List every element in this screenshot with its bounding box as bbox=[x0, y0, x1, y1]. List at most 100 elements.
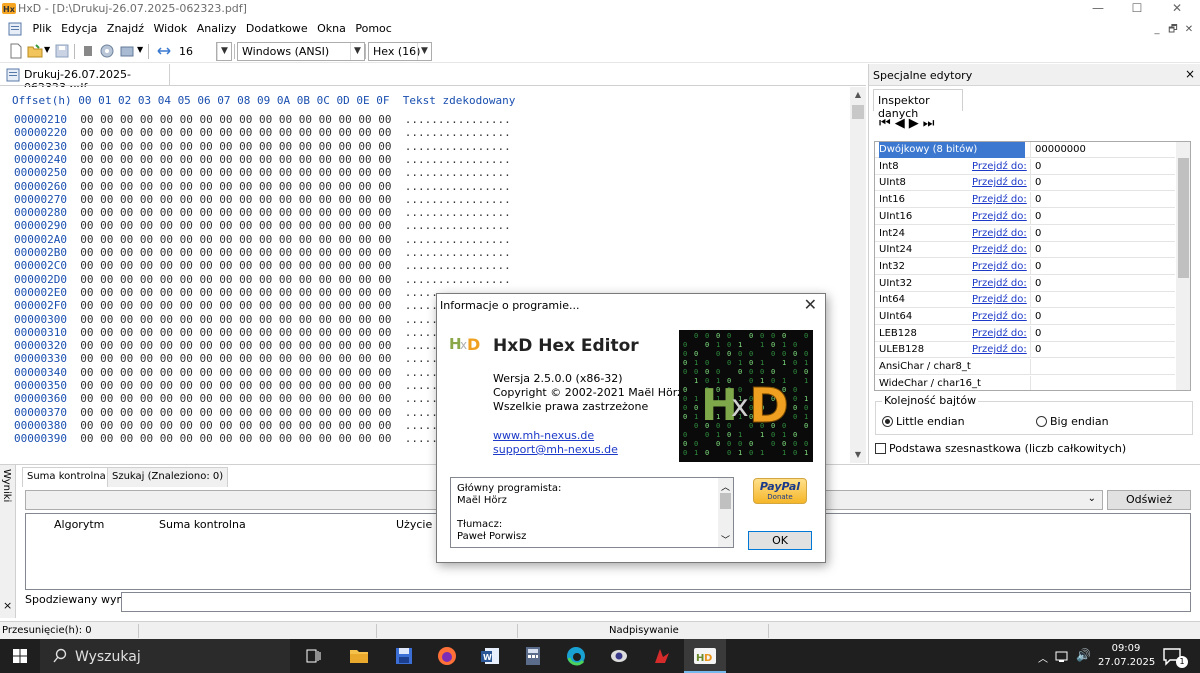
inspector-row[interactable]: LEB128 Przejdź do: 0 bbox=[875, 325, 1175, 342]
hex-bytes[interactable]: 00 00 00 00 00 00 00 00 00 00 00 00 00 0… bbox=[80, 352, 391, 365]
hex-bytes[interactable]: 00 00 00 00 00 00 00 00 00 00 00 00 00 0… bbox=[80, 286, 391, 299]
close-window-button[interactable]: ✕ bbox=[1154, 0, 1200, 18]
hex-bytes[interactable]: 00 00 00 00 00 00 00 00 00 00 00 00 00 0… bbox=[80, 379, 391, 392]
inspector-value[interactable]: 0 bbox=[1030, 208, 1041, 225]
inspector-value[interactable]: 0 bbox=[1030, 242, 1041, 259]
little-endian-radio[interactable]: Little endian bbox=[882, 415, 965, 428]
inspector-row[interactable]: WideChar / char16_t bbox=[875, 375, 1175, 390]
chevron-down-icon[interactable]: ▼ bbox=[350, 43, 364, 60]
inspector-value[interactable]: 0 bbox=[1030, 225, 1041, 242]
chevron-down-icon[interactable]: ﹀ bbox=[721, 533, 730, 546]
scrollbar-thumb[interactable] bbox=[1178, 158, 1189, 278]
new-file-icon[interactable] bbox=[8, 43, 24, 59]
hex-decoded-text[interactable]: ................ bbox=[405, 233, 511, 246]
close-results-icon[interactable]: × bbox=[3, 599, 12, 612]
hex-decoded-text[interactable]: ................ bbox=[405, 153, 511, 166]
hex-row[interactable]: 000002A0 00 00 00 00 00 00 00 00 00 00 0… bbox=[14, 233, 511, 246]
volume-icon[interactable]: 🔊 bbox=[1076, 648, 1091, 662]
ok-button[interactable]: OK bbox=[748, 531, 812, 550]
refresh-button[interactable]: Odśwież bbox=[1107, 490, 1191, 510]
scroll-down-icon[interactable]: ▼ bbox=[850, 447, 866, 463]
hex-bytes[interactable]: 00 00 00 00 00 00 00 00 00 00 00 00 00 0… bbox=[80, 233, 391, 246]
charset-combo[interactable]: Windows (ANSI) ▼ bbox=[237, 42, 365, 61]
hex-decoded-text[interactable]: ................ bbox=[405, 193, 511, 206]
hex-row[interactable]: 000002C0 00 00 00 00 00 00 00 00 00 00 0… bbox=[14, 259, 511, 272]
goto-link[interactable]: Przejdź do: bbox=[972, 326, 1027, 342]
menu-widok[interactable]: Widok bbox=[150, 18, 190, 40]
hxd-taskbar-button[interactable]: HD bbox=[684, 639, 726, 673]
hex-row[interactable]: 00000230 00 00 00 00 00 00 00 00 00 00 0… bbox=[14, 140, 511, 153]
hex-row[interactable]: 00000260 00 00 00 00 00 00 00 00 00 00 0… bbox=[14, 180, 511, 193]
support-email-link[interactable]: support@mh-nexus.de bbox=[493, 443, 618, 457]
menu-pomoc[interactable]: Pomoc bbox=[352, 18, 394, 40]
network-icon[interactable] bbox=[1055, 649, 1071, 663]
open-folder-icon[interactable] bbox=[27, 43, 43, 59]
open-dropdown-icon[interactable]: ▼ bbox=[44, 45, 50, 54]
hex-decoded-text[interactable]: ................ bbox=[405, 166, 511, 179]
hex-bytes[interactable]: 00 00 00 00 00 00 00 00 00 00 00 00 00 0… bbox=[80, 206, 391, 219]
dialog-close-button[interactable]: ✕ bbox=[804, 295, 817, 314]
prev-icon[interactable]: ◀ bbox=[895, 116, 909, 131]
hex-row[interactable]: 00000280 00 00 00 00 00 00 00 00 00 00 0… bbox=[14, 206, 511, 219]
goto-link[interactable]: Przejdź do: bbox=[972, 242, 1027, 258]
column-algorithm[interactable]: Algorytm bbox=[54, 518, 104, 531]
credits-box[interactable]: Główny programista: Maël Hörz Tłumacz: P… bbox=[450, 477, 734, 548]
goto-link[interactable]: Przejdź do: bbox=[972, 342, 1027, 358]
scrollbar-thumb[interactable] bbox=[852, 105, 864, 119]
hex-bytes[interactable]: 00 00 00 00 00 00 00 00 00 00 00 00 00 0… bbox=[80, 406, 391, 419]
bytes-per-row-combo[interactable]: ▼ bbox=[216, 42, 232, 61]
inspector-row[interactable]: Int32 Przejdź do: 0 bbox=[875, 258, 1175, 275]
disk-icon[interactable] bbox=[99, 43, 115, 59]
inspector-row[interactable]: Int64 Przejdź do: 0 bbox=[875, 292, 1175, 309]
goto-link[interactable]: Przejdź do: bbox=[972, 292, 1027, 308]
close-panel-icon[interactable]: × bbox=[1185, 67, 1195, 81]
menu-analizy[interactable]: Analizy bbox=[194, 18, 240, 40]
inspector-row[interactable]: Int16 Przejdź do: 0 bbox=[875, 192, 1175, 209]
menu-plik[interactable]: Plik bbox=[30, 18, 55, 40]
expected-result-input[interactable] bbox=[121, 592, 1191, 612]
hex-bytes[interactable]: 00 00 00 00 00 00 00 00 00 00 00 00 00 0… bbox=[80, 366, 391, 379]
inspector-row[interactable]: UInt24 Przejdź do: 0 bbox=[875, 242, 1175, 259]
eye-app-icon[interactable] bbox=[607, 644, 631, 668]
task-view-icon[interactable] bbox=[301, 644, 325, 668]
edge-icon[interactable] bbox=[564, 644, 588, 668]
inspector-value[interactable]: 0 bbox=[1030, 158, 1041, 175]
bytes-per-row-value[interactable]: 16 bbox=[179, 45, 193, 58]
hex-bytes[interactable]: 00 00 00 00 00 00 00 00 00 00 00 00 00 0… bbox=[80, 140, 391, 153]
tab-search-results[interactable]: Szukaj (Znaleziono: 0) bbox=[107, 467, 229, 487]
hex-bytes[interactable]: 00 00 00 00 00 00 00 00 00 00 00 00 00 0… bbox=[80, 273, 391, 286]
hex-decoded-text[interactable]: ................ bbox=[405, 113, 511, 126]
hex-bytes[interactable]: 00 00 00 00 00 00 00 00 00 00 00 00 00 0… bbox=[80, 392, 391, 405]
hex-bytes[interactable]: 00 00 00 00 00 00 00 00 00 00 00 00 00 0… bbox=[80, 219, 391, 232]
menu-okna[interactable]: Okna bbox=[314, 18, 349, 40]
hex-bytes[interactable]: 00 00 00 00 00 00 00 00 00 00 00 00 00 0… bbox=[80, 126, 391, 139]
inspector-row[interactable]: UInt8 Przejdź do: 0 bbox=[875, 175, 1175, 192]
hex-decoded-text[interactable]: ................ bbox=[405, 126, 511, 139]
goto-link[interactable]: Przejdź do: bbox=[972, 226, 1027, 242]
inspector-row[interactable]: Int24 Przejdź do: 0 bbox=[875, 225, 1175, 242]
ram-dropdown-icon[interactable]: ▼ bbox=[137, 45, 143, 54]
chevron-down-icon[interactable]: ▼ bbox=[217, 43, 231, 60]
menu-edycja[interactable]: Edycja bbox=[58, 18, 100, 40]
hex-bytes[interactable]: 00 00 00 00 00 00 00 00 00 00 00 00 00 0… bbox=[80, 326, 391, 339]
hex-bytes[interactable]: 00 00 00 00 00 00 00 00 00 00 00 00 00 0… bbox=[80, 339, 391, 352]
taskbar-clock[interactable]: 09:09 27.07.2025 bbox=[1098, 642, 1155, 670]
hex-row[interactable]: 000002B0 00 00 00 00 00 00 00 00 00 00 0… bbox=[14, 246, 511, 259]
hex-decoded-text[interactable]: ................ bbox=[405, 180, 511, 193]
radio-unchecked-icon[interactable] bbox=[1036, 416, 1047, 427]
properties-icon[interactable] bbox=[80, 43, 96, 59]
goto-link[interactable]: Przejdź do: bbox=[972, 276, 1027, 292]
chevron-down-icon[interactable]: ▼ bbox=[417, 43, 431, 60]
inspector-value[interactable]: 0 bbox=[1030, 275, 1041, 292]
offset-base-combo[interactable]: Hex (16) ▼ bbox=[368, 42, 432, 61]
word-icon[interactable]: W bbox=[478, 644, 502, 668]
hex-row[interactable]: 00000270 00 00 00 00 00 00 00 00 00 00 0… bbox=[14, 193, 511, 206]
goto-link[interactable]: Przejdź do: bbox=[972, 259, 1027, 275]
last-icon[interactable]: ⏭ bbox=[923, 116, 939, 131]
inspector-scrollbar[interactable] bbox=[1176, 142, 1190, 390]
chevron-up-icon[interactable]: ︿ bbox=[721, 480, 730, 493]
website-link[interactable]: www.mh-nexus.de bbox=[493, 429, 618, 443]
inspector-value[interactable]: 00000000 bbox=[1030, 142, 1086, 158]
inspector-row[interactable]: AnsiChar / char8_t bbox=[875, 359, 1175, 376]
red-app-icon[interactable] bbox=[650, 644, 674, 668]
